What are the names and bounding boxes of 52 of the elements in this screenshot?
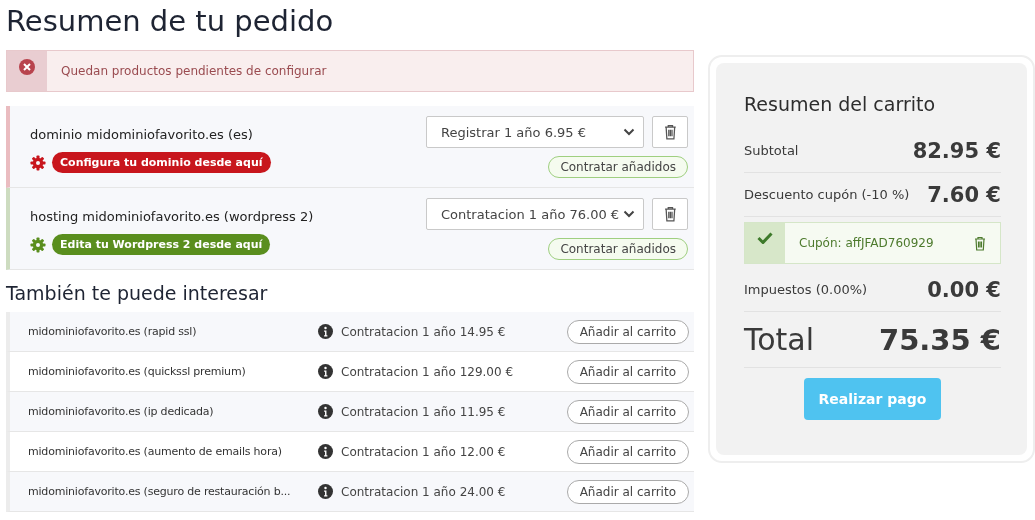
product-name: midominiofavorito.es (ip dedicada) (28, 405, 215, 418)
page-title: Resumen de tu pedido (6, 4, 335, 38)
add-to-cart-button[interactable]: Añadir al carrito (566, 359, 689, 384)
summary-label: Total (744, 322, 815, 357)
summary-value: 0.00 € (927, 277, 1001, 302)
chevron-down-icon (623, 210, 635, 218)
gear-icon (30, 236, 46, 253)
summary-label: Subtotal (744, 143, 799, 158)
product-price: Contratacion 1 año 129.00 € (341, 364, 515, 379)
configure-link[interactable]: Configura tu dominio desde aquí (52, 152, 271, 173)
add-to-cart-button[interactable]: Añadir al carrito (566, 439, 689, 464)
add-to-cart-button[interactable]: Añadir al carrito (566, 319, 689, 344)
info-icon[interactable] (318, 484, 333, 499)
delete-button[interactable] (652, 116, 688, 148)
product-price: Contratacion 1 año 24.00 € (341, 484, 507, 499)
info-icon[interactable] (318, 364, 333, 379)
summary-label: Descuento cupón (-10 %) (744, 187, 910, 202)
product-price: Contratacion 1 año 14.95 € (341, 324, 507, 339)
section-title: También te puede interesar (6, 282, 269, 304)
summary-value: 82.95 € (912, 138, 1001, 163)
info-icon[interactable] (318, 404, 333, 419)
product-name: midominiofavorito.es (aumento de emails hora) (28, 445, 283, 458)
add-to-cart-button[interactable]: Añadir al carrito (566, 399, 689, 424)
product-price: Contratacion 1 año 11.95 € (341, 404, 507, 419)
gear-icon (30, 154, 46, 171)
cart-title: Resumen del carrito (744, 93, 937, 115)
trash-icon (974, 235, 986, 251)
product-name: midominiofavorito.es (quickssl premium) (28, 365, 247, 378)
add-to-cart-button[interactable]: Añadir al carrito (566, 479, 689, 504)
summary-value: 75.35 € (879, 322, 1001, 357)
alert-message: Quedan productos pendientes de configurar (61, 64, 327, 78)
delete-button[interactable] (652, 198, 688, 230)
info-icon[interactable] (318, 444, 333, 459)
check-icon (757, 232, 773, 244)
configure-link[interactable]: Edita tu Wordpress 2 desde aquí (52, 234, 271, 255)
product-name: hosting midominiofavorito.es (wordpress 2) (30, 209, 314, 224)
info-icon[interactable] (318, 324, 333, 339)
coupon-code: Cupón: affJFAD760929 (799, 236, 935, 250)
addons-button[interactable]: Contratar añadidos (548, 156, 688, 178)
trash-icon (663, 124, 677, 140)
error-icon (19, 59, 35, 75)
chevron-down-icon (623, 128, 635, 136)
trash-icon (663, 206, 677, 222)
product-price: Contratacion 1 año 12.00 € (341, 444, 507, 459)
addons-button[interactable]: Contratar añadidos (548, 238, 688, 260)
product-name: midominiofavorito.es (rapid ssl) (28, 325, 198, 338)
plan-dropdown[interactable]: Contratacion 1 año 76.00 € (426, 198, 644, 230)
plan-dropdown[interactable]: Registrar 1 año 6.95 € (426, 116, 644, 148)
product-name: dominio midominiofavorito.es (es) (30, 127, 254, 142)
summary-value: 7.60 € (927, 182, 1001, 207)
product-name: midominiofavorito.es (seguro de restauración b... (28, 485, 292, 498)
summary-label: Impuestos (0.00%) (744, 282, 868, 297)
